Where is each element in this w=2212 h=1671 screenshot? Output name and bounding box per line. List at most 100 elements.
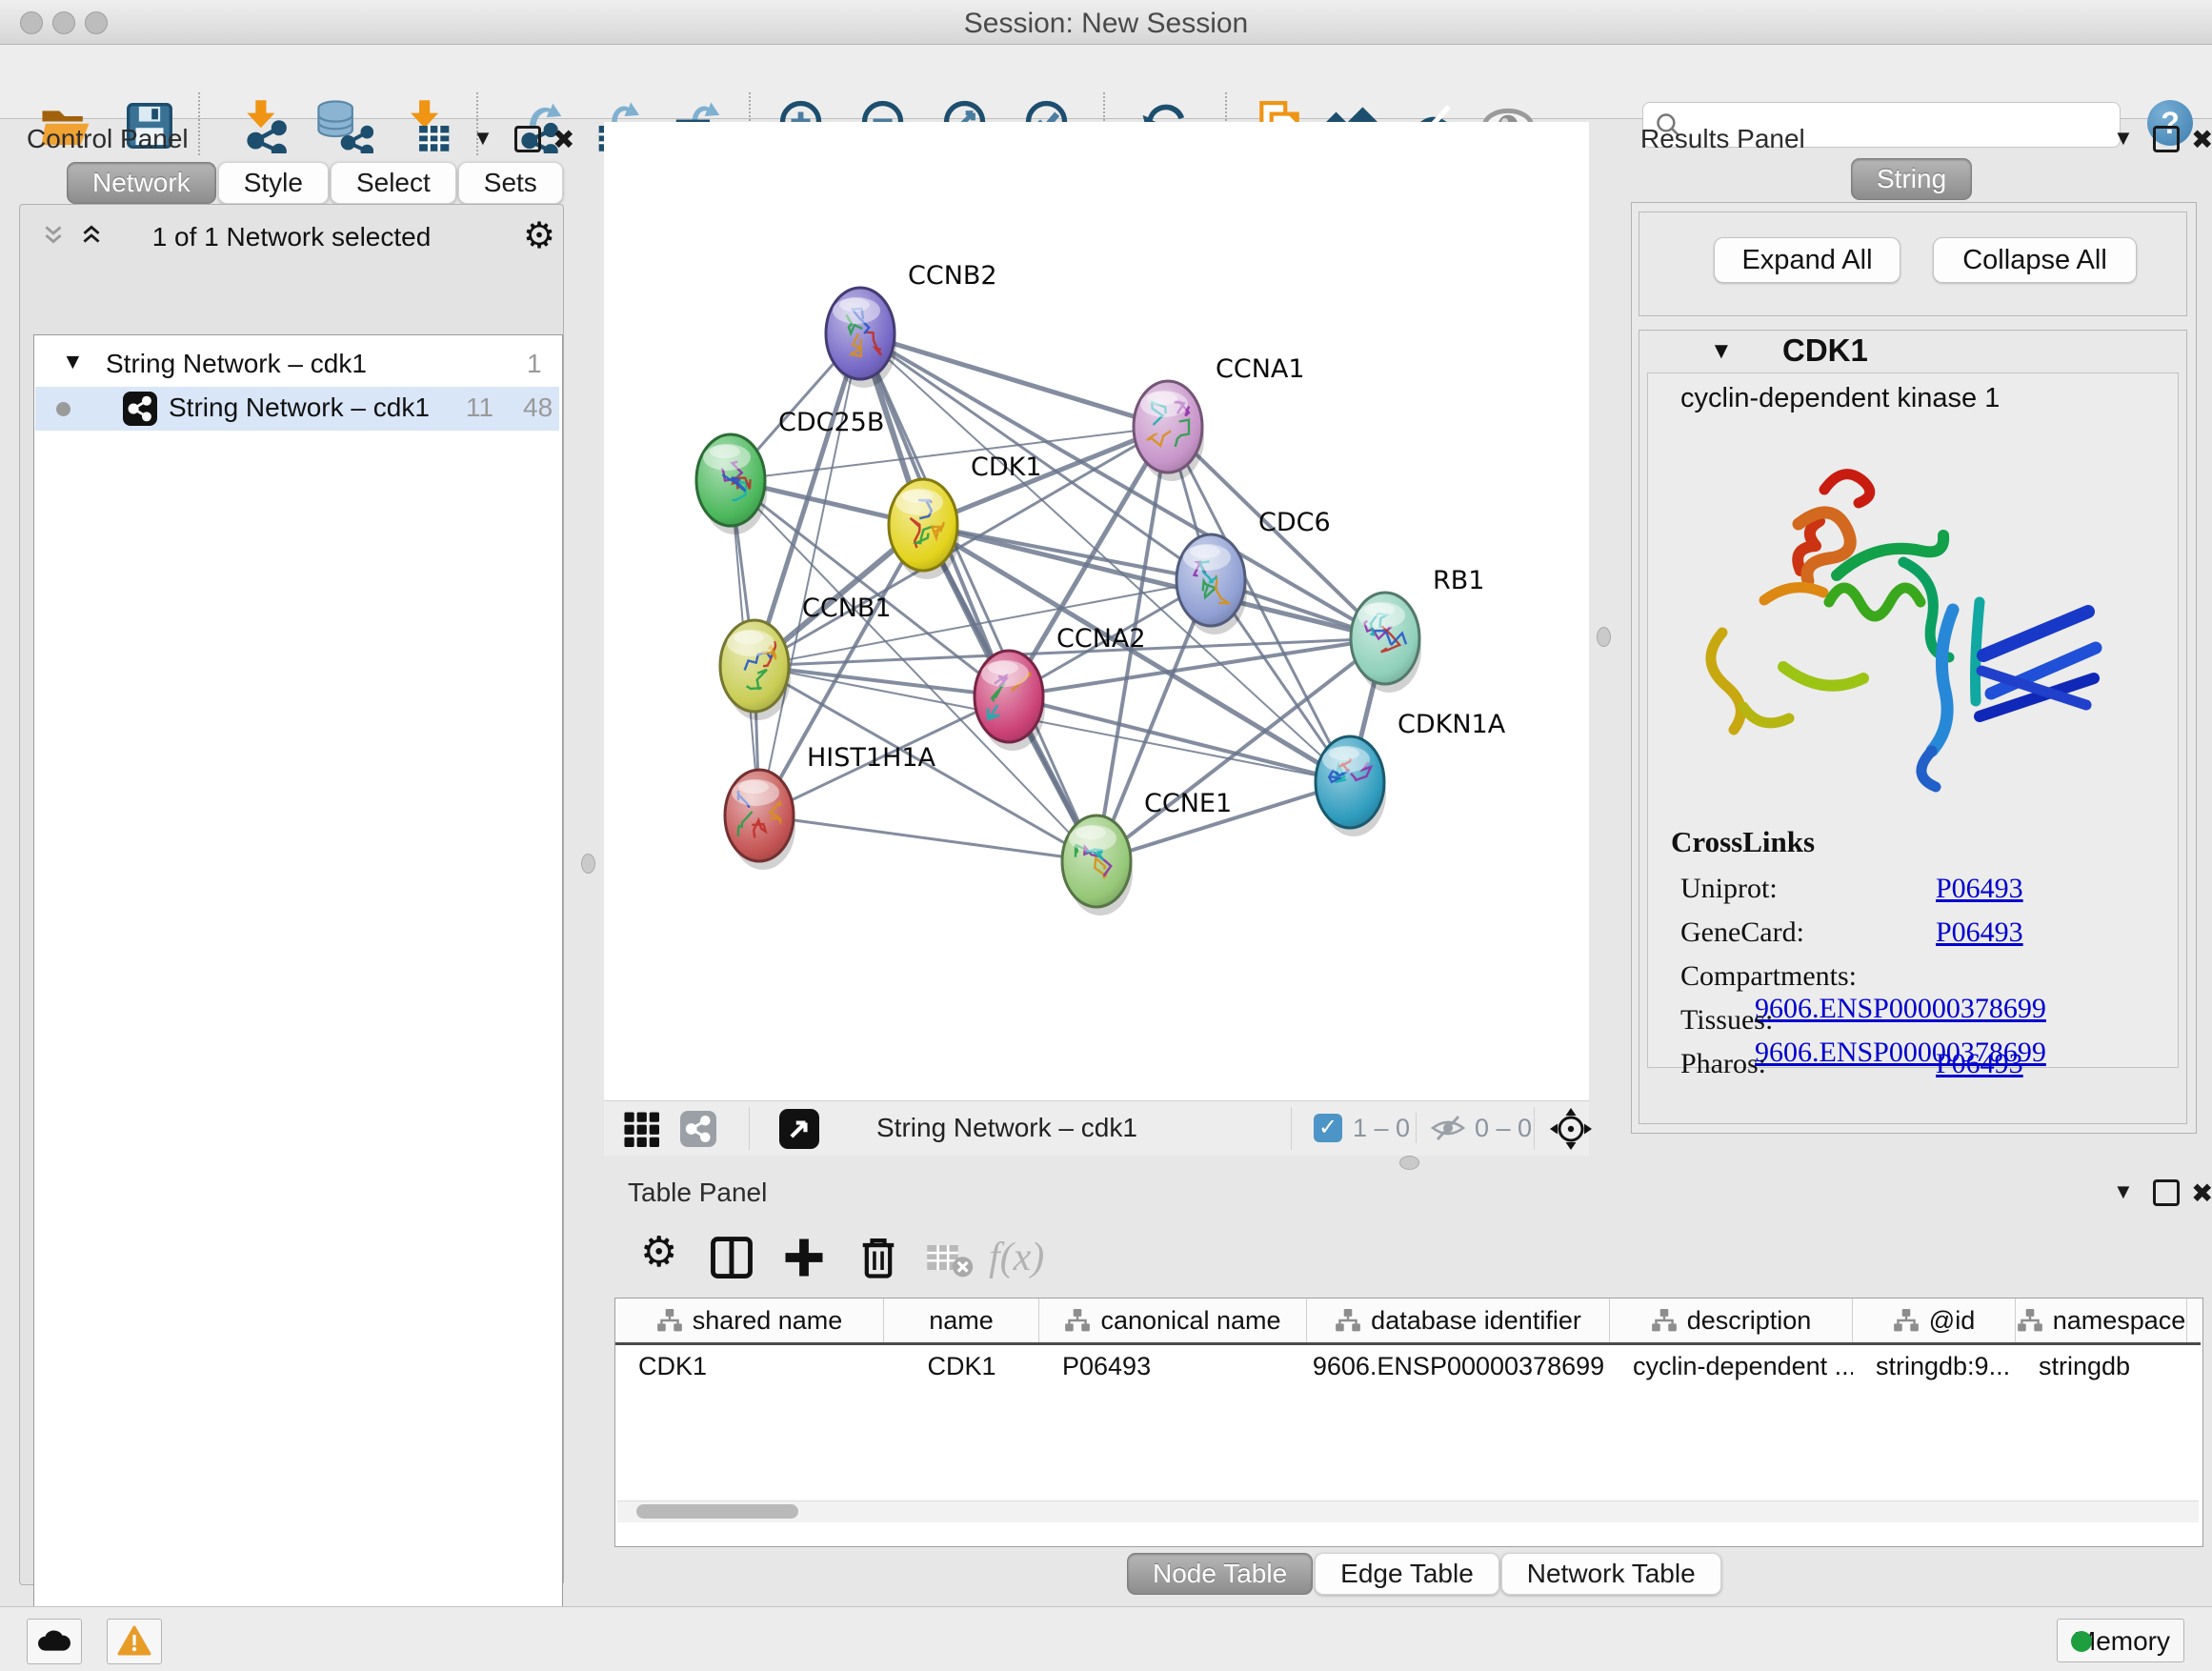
section-collapse-icon[interactable]: ▼ bbox=[1710, 338, 1733, 365]
crosslink-row: Uniprot:P06493 bbox=[1680, 873, 2178, 916]
tab-network-table[interactable]: Network Table bbox=[1501, 1553, 1721, 1595]
table-horizontal-scrollbar[interactable] bbox=[617, 1500, 2199, 1522]
crosslink-link[interactable]: P06493 bbox=[1936, 873, 2023, 904]
network-view-toolbar: String Network – cdk1 ✓ 1 – 0 0 – 0 bbox=[604, 1100, 1589, 1156]
table-cell[interactable]: CDK1 bbox=[615, 1345, 884, 1387]
results-panel: Results Panel ▼ ✖ String Expand All Coll… bbox=[1619, 122, 2212, 1155]
float-panel-icon[interactable] bbox=[2153, 126, 2180, 152]
crosslink-link[interactable]: P06493 bbox=[1936, 916, 2023, 948]
collection-count: 1 bbox=[527, 349, 542, 379]
node-label-CCNE1: CCNE1 bbox=[1144, 789, 1232, 818]
crosslinks-section: CrossLinks Uniprot:P06493GeneCard:P06493… bbox=[1680, 825, 2178, 1092]
network-collection-row[interactable]: ▼ String Network – cdk1 1 bbox=[35, 343, 559, 387]
expand-all-button[interactable]: Expand All bbox=[1714, 237, 1900, 283]
close-panel-icon[interactable]: ✖ bbox=[2191, 124, 2212, 155]
count-divider bbox=[1416, 1113, 1417, 1143]
birdseye-navigator-icon[interactable] bbox=[1549, 1107, 1593, 1151]
table-options-gear-icon[interactable]: ⚙ bbox=[640, 1235, 690, 1284]
column-header--id[interactable]: @id bbox=[1853, 1299, 2016, 1342]
network-edge-count: 48 bbox=[523, 393, 553, 423]
gene-details: cyclin-dependent kinase 1 bbox=[1647, 372, 2179, 1068]
node-label-CCNB1: CCNB1 bbox=[802, 594, 892, 623]
column-header-name[interactable]: name bbox=[884, 1299, 1039, 1342]
table-cell[interactable]: stringdb bbox=[2016, 1345, 2187, 1387]
tab-sets[interactable]: Sets bbox=[458, 162, 563, 204]
column-header-canonical-name[interactable]: canonical name bbox=[1039, 1299, 1307, 1342]
toolbar-separator bbox=[1291, 1107, 1292, 1150]
tab-style[interactable]: Style bbox=[218, 162, 329, 204]
crosslinks-heading: CrossLinks bbox=[1671, 825, 2178, 859]
tab-network[interactable]: Network bbox=[67, 162, 216, 204]
network-node-CDK1[interactable] bbox=[889, 479, 957, 571]
crosslink-link[interactable]: P06493 bbox=[1936, 1048, 2023, 1079]
node-label-RB1: RB1 bbox=[1433, 566, 1484, 595]
hidden-counts: 0 – 0 bbox=[1475, 1114, 1532, 1143]
column-header-description[interactable]: description bbox=[1610, 1299, 1853, 1342]
crosslink-label: Tissues: bbox=[1680, 1004, 1861, 1037]
network-node-CCNB2[interactable] bbox=[826, 288, 895, 379]
column-header-database-identifier[interactable]: database identifier bbox=[1307, 1299, 1610, 1342]
left-splitter-handle[interactable] bbox=[581, 854, 595, 874]
collapse-all-button[interactable]: Collapse All bbox=[1933, 237, 2137, 283]
hidden-eye-slash-icon[interactable] bbox=[1429, 1114, 1467, 1142]
tab-select[interactable]: Select bbox=[331, 162, 456, 204]
scrollbar-thumb[interactable] bbox=[636, 1504, 798, 1519]
float-panel-icon[interactable] bbox=[514, 126, 541, 152]
network-node-CCNA1[interactable] bbox=[1134, 381, 1202, 473]
cloud-status-button[interactable] bbox=[27, 1619, 82, 1664]
title-bar: Session: New Session bbox=[0, 0, 2212, 45]
float-panel-icon[interactable] bbox=[2153, 1179, 2180, 1206]
table-cell[interactable]: cyclin-dependent ... bbox=[1610, 1345, 1853, 1387]
right-splitter-handle[interactable] bbox=[1597, 627, 1611, 647]
network-graph[interactable]: CCNB2CCNA1CDC25BCDK1CDC6RB1CCNB1CCNA2CDK… bbox=[604, 122, 1589, 1100]
node-label-CCNB2: CCNB2 bbox=[908, 261, 997, 291]
delete-column-icon[interactable] bbox=[854, 1233, 903, 1282]
window-title: Session: New Session bbox=[0, 8, 2212, 40]
table-cell[interactable]: 9606.ENSP00000378699 bbox=[1307, 1345, 1610, 1387]
network-view-canvas[interactable]: CCNB2CCNA1CDC25BCDK1CDC6RB1CCNB1CCNA2CDK… bbox=[604, 122, 1589, 1100]
horizontal-splitter-handle[interactable] bbox=[1399, 1156, 1419, 1170]
network-node-HIST1H1A[interactable] bbox=[725, 770, 794, 861]
grid-view-icon[interactable] bbox=[623, 1111, 659, 1147]
tab-string[interactable]: String bbox=[1851, 158, 1972, 200]
tab-node-table[interactable]: Node Table bbox=[1127, 1553, 1313, 1595]
open-view-in-window-icon[interactable] bbox=[779, 1109, 819, 1149]
add-column-icon[interactable] bbox=[779, 1233, 829, 1282]
string-view-icon[interactable] bbox=[680, 1111, 716, 1147]
network-options-gear-icon[interactable]: ⚙ bbox=[523, 218, 555, 254]
network-node-CDC25B[interactable] bbox=[696, 434, 765, 526]
crosslink-row: Compartments:9606.ENSP00000378699 bbox=[1680, 960, 2178, 1004]
memory-button[interactable]: Memory bbox=[2057, 1619, 2184, 1662]
node-label-CCNA1: CCNA1 bbox=[1216, 354, 1305, 384]
column-header-namespace[interactable]: namespace bbox=[2016, 1299, 2187, 1342]
panel-menu-icon[interactable]: ▼ bbox=[473, 126, 493, 151]
network-node-CCNE1[interactable] bbox=[1062, 815, 1131, 907]
crosslink-row: Pharos:P06493 bbox=[1680, 1048, 2178, 1092]
panel-menu-icon[interactable]: ▼ bbox=[2113, 1179, 2134, 1204]
table-cell[interactable]: CDK1 bbox=[884, 1345, 1039, 1387]
table-tabs: Node TableEdge TableNetwork Table bbox=[1127, 1553, 1723, 1595]
table-cell[interactable]: stringdb:9... bbox=[1853, 1345, 2016, 1387]
network-row[interactable]: String Network – cdk1 11 48 bbox=[35, 387, 559, 431]
network-node-RB1[interactable] bbox=[1351, 593, 1419, 684]
expand-collapse-bar: Expand All Collapse All bbox=[1639, 211, 2187, 316]
column-header-shared-name[interactable]: shared name bbox=[615, 1299, 884, 1342]
network-view-title: String Network – cdk1 bbox=[876, 1113, 1137, 1143]
network-node-CDKN1A[interactable] bbox=[1316, 736, 1384, 828]
panel-menu-icon[interactable]: ▼ bbox=[2113, 126, 2134, 151]
selected-checkbox[interactable]: ✓ bbox=[1314, 1114, 1342, 1142]
network-node-CDC6[interactable] bbox=[1176, 534, 1245, 626]
results-panel-title: Results Panel bbox=[1640, 124, 1805, 154]
table-header-row: shared namenamecanonical namedatabase id… bbox=[615, 1299, 2201, 1345]
network-node-CCNA2[interactable] bbox=[975, 651, 1043, 742]
network-node-CCNB1[interactable] bbox=[720, 620, 789, 712]
close-panel-icon[interactable]: ✖ bbox=[553, 124, 574, 155]
close-panel-icon[interactable]: ✖ bbox=[2191, 1178, 2212, 1209]
table-cell[interactable]: P06493 bbox=[1039, 1345, 1307, 1387]
warning-status-button[interactable] bbox=[107, 1619, 162, 1664]
table-row[interactable]: CDK1CDK1P064939606.ENSP00000378699cyclin… bbox=[615, 1345, 2201, 1387]
show-columns-icon[interactable] bbox=[707, 1233, 756, 1282]
selected-counts: 1 – 0 bbox=[1353, 1114, 1410, 1143]
tree-expand-icon[interactable]: ▼ bbox=[62, 349, 84, 374]
tab-edge-table[interactable]: Edge Table bbox=[1315, 1553, 1499, 1595]
